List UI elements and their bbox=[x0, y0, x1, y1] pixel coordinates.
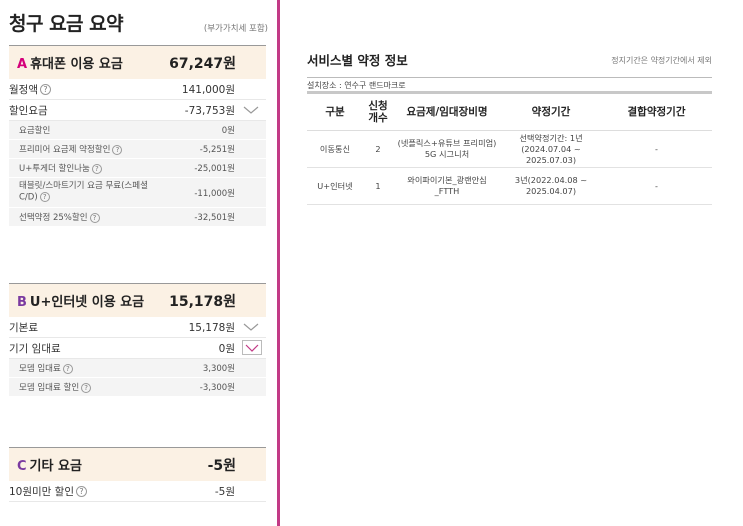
row-label: 월정액 bbox=[9, 83, 38, 96]
cell-count: 2 bbox=[363, 130, 393, 168]
panel-divider bbox=[277, 0, 280, 526]
cell-bundle-period: - bbox=[601, 167, 712, 205]
row-label: 할인요금 bbox=[9, 104, 48, 117]
detail-label: 선택약정 25%할인 bbox=[19, 213, 88, 223]
help-circle-icon[interactable]: ? bbox=[81, 382, 92, 393]
detail-row: 요금할인 0원 bbox=[9, 121, 266, 140]
section-amount: -5원 bbox=[207, 457, 236, 474]
detail-label: 모뎀 임대료 할인 bbox=[19, 383, 80, 393]
detail-row: 태블릿/스마트기기 요금 무료(스페셜 C/D)? -11,000원 bbox=[9, 178, 266, 208]
help-circle-icon[interactable]: ? bbox=[39, 192, 50, 203]
table-row: 이동통신 2 (넷플릭스+유튜브 프리미엄) 5G 시그니처 선택약정기간: 1… bbox=[307, 130, 712, 168]
row-value: 15,178원 bbox=[188, 321, 235, 334]
row-label: 기기 임대료 bbox=[9, 342, 61, 355]
table-header-row: 구분 신청 개수 요금제/임대장비명 약정기간 결합약정기간 bbox=[307, 92, 712, 131]
chevron-down-icon[interactable] bbox=[242, 340, 262, 355]
row-label: 기본료 bbox=[9, 321, 38, 334]
detail-value: -11,000원 bbox=[194, 188, 235, 199]
col-header: 요금제/임대장비명 bbox=[393, 92, 501, 131]
detail-value: -5,251원 bbox=[199, 145, 235, 155]
detail-value: 3,300원 bbox=[202, 364, 235, 374]
section-letter: A bbox=[17, 57, 28, 72]
row-value: 141,000원 bbox=[181, 83, 235, 96]
section-name: 기타 요금 bbox=[29, 459, 82, 474]
detail-label: 요금할인 bbox=[19, 126, 51, 136]
fee-row-discount[interactable]: 할인요금 -73,753원 bbox=[9, 100, 266, 121]
row-value: 0원 bbox=[218, 342, 235, 355]
bill-summary-panel: 청구 요금 요약 (부가가치세 포함) A 휴대폰 이용 요금 67,247원 월… bbox=[0, 0, 276, 526]
section-letter: B bbox=[17, 295, 27, 310]
help-circle-icon[interactable]: ? bbox=[62, 363, 73, 374]
discount-details: 요금할인 0원 프리미어 요금제 약정할인? -5,251원 U+투게더 할인나… bbox=[9, 121, 266, 227]
help-circle-icon[interactable]: ? bbox=[39, 84, 51, 95]
section-header: A 휴대폰 이용 요금 67,247원 bbox=[9, 45, 266, 79]
section-letter: C bbox=[17, 459, 27, 474]
col-header: 약정기간 bbox=[501, 92, 601, 131]
cell-period: 선택약정기간: 1년(2024.07.04 ~ 2025.07.03) bbox=[501, 130, 601, 168]
rental-details: 모뎀 임대료? 3,300원 모뎀 임대료 할인? -3,300원 bbox=[9, 359, 266, 397]
detail-label: 모뎀 임대료 bbox=[19, 364, 61, 374]
fee-row-rental[interactable]: 기기 임대료 0원 bbox=[9, 338, 266, 359]
detail-value: -3,300원 bbox=[199, 383, 235, 393]
contract-info-panel: 서비스별 약정 정보 정지기간은 약정기간에서 제외 설치장소 : 연수구 랜드… bbox=[307, 50, 712, 205]
cell-period: 3년(2022.04.08 ~ 2025.04.07) bbox=[501, 167, 601, 205]
section-name: 휴대폰 이용 요금 bbox=[30, 57, 123, 72]
section-mobile: A 휴대폰 이용 요금 67,247원 월정액? 141,000원 할인요금 -7… bbox=[9, 45, 266, 227]
row-value: -5원 bbox=[214, 485, 235, 498]
detail-row: 선택약정 25%할인? -32,501원 bbox=[9, 208, 266, 227]
section-internet: B U+인터넷 이용 요금 15,178원 기본료 15,178원 기기 임대료 … bbox=[9, 283, 266, 397]
help-circle-icon[interactable]: ? bbox=[76, 486, 87, 497]
contract-table: 구분 신청 개수 요금제/임대장비명 약정기간 결합약정기간 이동통신 2 (넷… bbox=[307, 91, 712, 205]
vat-note: (부가가치세 포함) bbox=[203, 24, 268, 34]
chevron-down-icon[interactable] bbox=[242, 321, 260, 333]
chevron-down-icon[interactable] bbox=[242, 104, 260, 116]
table-row: U+인터넷 1 와이파이기본_광랜안심_FTTH 3년(2022.04.08 ~… bbox=[307, 167, 712, 205]
install-location: 설치장소 : 연수구 랜드마크로 bbox=[307, 77, 712, 91]
detail-value: 0원 bbox=[221, 126, 235, 136]
cell-plan: 와이파이기본_광랜안심_FTTH bbox=[393, 167, 501, 205]
section-amount: 67,247원 bbox=[169, 55, 236, 72]
cell-type: 이동통신 bbox=[307, 130, 363, 168]
row-label: 10원미만 할인 bbox=[9, 485, 74, 498]
detail-label: U+투게더 할인나눔 bbox=[19, 164, 90, 174]
section-header: B U+인터넷 이용 요금 15,178원 bbox=[9, 283, 266, 317]
detail-row: 모뎀 임대료? 3,300원 bbox=[9, 359, 266, 378]
help-circle-icon[interactable]: ? bbox=[89, 212, 100, 223]
detail-row: 모뎀 임대료 할인? -3,300원 bbox=[9, 378, 266, 397]
row-value: -73,753원 bbox=[184, 104, 235, 117]
contract-note: 정지기간은 약정기간에서 제외 bbox=[611, 56, 712, 65]
help-circle-icon[interactable]: ? bbox=[91, 163, 102, 174]
col-header: 신청 개수 bbox=[363, 92, 393, 131]
section-name: U+인터넷 이용 요금 bbox=[29, 295, 145, 310]
cell-count: 1 bbox=[363, 167, 393, 205]
detail-label: 프리미어 요금제 약정할인 bbox=[19, 145, 111, 155]
section-other: C 기타 요금 -5원 10원미만 할인? -5원 bbox=[9, 447, 266, 502]
section-header: C 기타 요금 -5원 bbox=[9, 447, 266, 481]
fee-row-basic[interactable]: 기본료 15,178원 bbox=[9, 317, 266, 338]
section-amount: 15,178원 bbox=[169, 293, 236, 310]
col-header: 구분 bbox=[307, 92, 363, 131]
detail-label: 태블릿/스마트기기 요금 무료(스페셜 C/D) bbox=[19, 181, 148, 203]
detail-row: 프리미어 요금제 약정할인? -5,251원 bbox=[9, 140, 266, 159]
cell-plan: (넷플릭스+유튜브 프리미엄) 5G 시그니처 bbox=[393, 130, 501, 168]
page-title: 청구 요금 요약 bbox=[9, 13, 124, 35]
fee-row-monthly: 월정액? 141,000원 bbox=[9, 79, 266, 100]
detail-value: -25,001원 bbox=[194, 164, 235, 174]
col-header: 결합약정기간 bbox=[601, 92, 712, 131]
detail-value: -32,501원 bbox=[194, 213, 235, 223]
detail-row: U+투게더 할인나눔? -25,001원 bbox=[9, 159, 266, 178]
cell-bundle-period: - bbox=[601, 130, 712, 168]
help-circle-icon[interactable]: ? bbox=[112, 144, 123, 155]
fee-row-rounding: 10원미만 할인? -5원 bbox=[9, 481, 266, 502]
cell-type: U+인터넷 bbox=[307, 167, 363, 205]
